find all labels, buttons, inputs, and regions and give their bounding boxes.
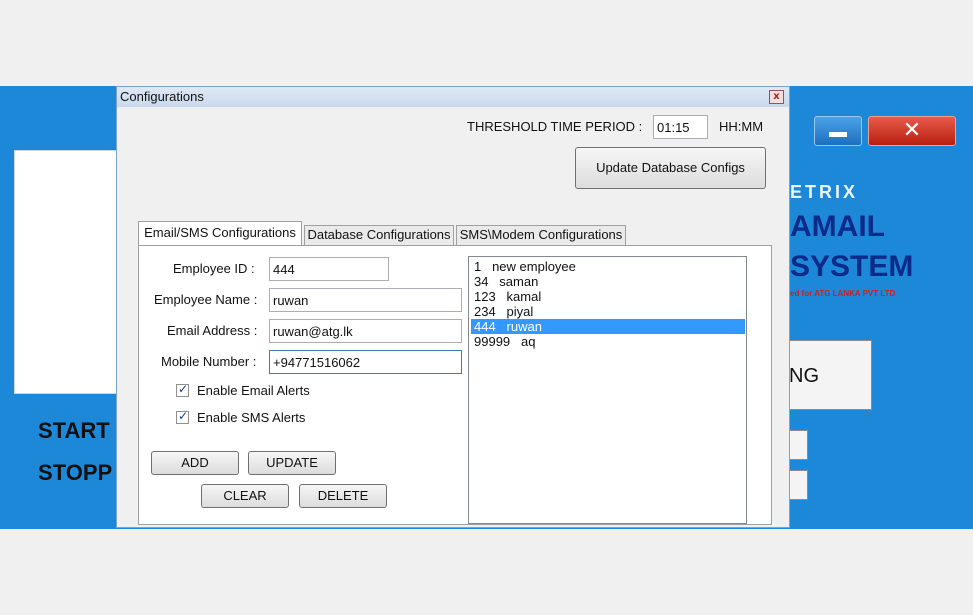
clear-button[interactable]: CLEAR xyxy=(201,484,289,508)
dialog-close-button[interactable]: x xyxy=(769,90,784,104)
list-item[interactable]: 99999 aq xyxy=(471,334,745,349)
tab-sms-modem-configurations[interactable]: SMS\Modem Configurations xyxy=(456,225,626,245)
employee-name-input[interactable] xyxy=(269,288,462,312)
employee-listbox[interactable]: 1 new employee 34 saman 123 kamal 234 pi… xyxy=(468,256,747,524)
email-address-label: Email Address : xyxy=(167,323,258,338)
email-address-input[interactable] xyxy=(269,319,462,343)
employee-name-label: Employee Name : xyxy=(154,292,258,307)
tab-panel-email-sms: Employee ID : Employee Name : Email Addr… xyxy=(138,245,772,525)
add-button[interactable]: ADD xyxy=(151,451,239,475)
list-item[interactable]: 123 kamal xyxy=(471,289,745,304)
close-icon: ✕ xyxy=(902,118,922,143)
sms-alerts-checkbox[interactable]: ✓ xyxy=(176,409,189,424)
checkmark-icon: ✓ xyxy=(178,409,189,423)
main-app-start-label: START xyxy=(38,418,110,443)
main-app-stop-label: STOPP xyxy=(38,460,113,485)
list-item[interactable]: 34 saman xyxy=(471,274,745,289)
logo-tagline: ed for ATG LANKA PVT LTD xyxy=(790,289,896,298)
main-app-minimize-button[interactable] xyxy=(814,116,862,146)
sms-alerts-label: Enable SMS Alerts xyxy=(197,410,306,425)
minimize-icon xyxy=(829,132,847,137)
tab-database-configurations[interactable]: Database Configurations xyxy=(304,225,454,245)
update-database-configs-button[interactable]: Update Database Configs xyxy=(575,147,766,189)
close-icon: x xyxy=(773,91,780,102)
threshold-format-label: HH:MM xyxy=(719,119,764,134)
mobile-number-label: Mobile Number : xyxy=(161,354,257,369)
employee-id-label: Employee ID : xyxy=(173,261,255,276)
threshold-label: THRESHOLD TIME PERIOD : xyxy=(467,119,643,134)
update-button[interactable]: UPDATE xyxy=(248,451,336,475)
configurations-dialog: Configurations x THRESHOLD TIME PERIOD :… xyxy=(116,86,790,528)
logo-text-3: SYSTEM xyxy=(790,250,914,283)
tab-email-sms-configurations[interactable]: Email/SMS Configurations xyxy=(138,221,302,245)
employee-id-input[interactable] xyxy=(269,257,389,281)
mobile-number-input[interactable] xyxy=(269,350,462,374)
email-alerts-checkbox[interactable]: ✓ xyxy=(176,382,189,397)
main-app-close-button[interactable]: ✕ xyxy=(868,116,956,146)
email-alerts-label: Enable Email Alerts xyxy=(197,383,310,398)
list-item[interactable]: 234 piyal xyxy=(471,304,745,319)
dialog-titlebar[interactable]: Configurations x xyxy=(117,87,789,107)
logo-text-2: AMAIL xyxy=(790,210,885,243)
checkmark-icon: ✓ xyxy=(178,382,189,396)
logo-text-1: ETRIX xyxy=(790,182,859,202)
threshold-time-input[interactable] xyxy=(653,115,708,139)
list-item[interactable]: 1 new employee xyxy=(471,259,745,274)
main-app-left-panel xyxy=(14,150,120,394)
list-item-selected[interactable]: 444 ruwan xyxy=(471,319,745,334)
screen-top-margin xyxy=(0,0,973,86)
delete-button[interactable]: DELETE xyxy=(299,484,387,508)
dialog-title: Configurations xyxy=(120,89,204,104)
dialog-body: THRESHOLD TIME PERIOD : HH:MM Update Dat… xyxy=(120,109,786,526)
